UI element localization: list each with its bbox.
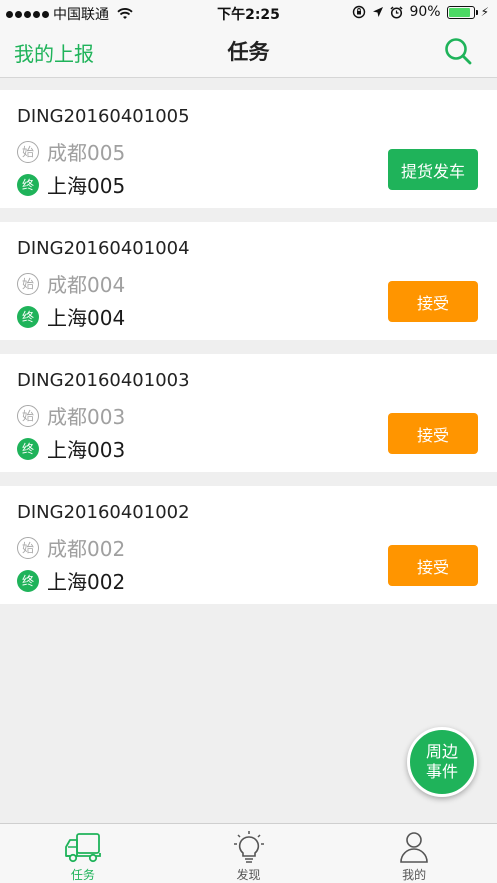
status-right: 90% ⚡ xyxy=(352,4,489,20)
end-city: 上海005 xyxy=(47,174,126,198)
person-icon xyxy=(400,832,428,863)
search-icon[interactable] xyxy=(443,36,473,66)
task-id: DING20160401003 xyxy=(17,370,190,391)
nav-bar: 我的上报 任务 xyxy=(0,26,497,78)
nearby-events-button[interactable]: 周边 事件 xyxy=(407,727,477,797)
route-start: 始 成都002 xyxy=(17,533,125,562)
tab-bar: 任务 发现 我的 xyxy=(0,823,497,883)
start-city: 成都002 xyxy=(47,537,126,561)
task-id: DING20160401004 xyxy=(17,238,190,259)
route-end: 终 上海004 xyxy=(17,302,125,331)
task-card[interactable]: DING20160401002 始 成都002 终 上海002 接受 xyxy=(0,486,497,604)
lightbulb-icon xyxy=(233,831,264,863)
end-badge-icon: 终 xyxy=(17,305,39,328)
tab-discover[interactable]: 发现 xyxy=(166,824,332,883)
task-card[interactable]: DING20160401005 始 成都005 终 上海005 提货发车 xyxy=(0,90,497,208)
status-bar: 中国联通 下午2:25 90% ⚡ xyxy=(0,0,497,26)
start-badge-icon: 始 xyxy=(17,536,39,559)
route-start: 始 成都003 xyxy=(17,401,125,430)
task-card[interactable]: DING20160401004 始 成都004 终 上海004 接受 xyxy=(0,222,497,340)
route-start: 始 成都004 xyxy=(17,269,125,298)
end-city: 上海004 xyxy=(47,306,126,330)
task-list: DING20160401005 始 成都005 终 上海005 提货发车 DIN… xyxy=(0,90,497,618)
task-card[interactable]: DING20160401003 始 成都003 终 上海003 接受 xyxy=(0,354,497,472)
route-end: 终 上海002 xyxy=(17,566,125,595)
tab-label: 任务 xyxy=(70,868,95,882)
accept-button[interactable]: 接受 xyxy=(388,545,478,586)
fab-label-line2: 事件 xyxy=(425,762,458,781)
start-badge-icon: 始 xyxy=(17,272,39,295)
task-id: DING20160401002 xyxy=(17,502,190,523)
battery-percent: 90% xyxy=(409,4,441,20)
end-city: 上海003 xyxy=(47,438,126,462)
battery-fill xyxy=(448,7,471,17)
start-badge-icon: 始 xyxy=(17,140,39,163)
orientation-lock-icon xyxy=(353,5,366,19)
start-city: 成都003 xyxy=(47,405,126,429)
fab-label-line1: 周边 xyxy=(425,742,458,761)
charging-icon: ⚡ xyxy=(480,5,489,19)
start-city: 成都005 xyxy=(47,141,126,165)
end-badge-icon: 终 xyxy=(17,437,39,460)
truck-icon xyxy=(64,833,101,863)
route-end: 终 上海003 xyxy=(17,434,125,463)
tab-label: 发现 xyxy=(236,868,261,882)
tab-mine[interactable]: 我的 xyxy=(331,824,497,883)
accept-button[interactable]: 接受 xyxy=(388,413,478,454)
tab-label: 我的 xyxy=(402,868,427,882)
route-end: 终 上海005 xyxy=(17,170,125,199)
end-badge-icon: 终 xyxy=(17,173,39,196)
task-id: DING20160401005 xyxy=(17,106,190,127)
location-arrow-icon xyxy=(373,7,384,17)
accept-button[interactable]: 接受 xyxy=(388,281,478,322)
end-city: 上海002 xyxy=(47,570,126,594)
battery-icon xyxy=(446,5,478,19)
tab-tasks[interactable]: 任务 xyxy=(0,824,166,883)
page-title: 任务 xyxy=(227,40,270,64)
start-badge-icon: 始 xyxy=(17,404,39,427)
route-start: 始 成都005 xyxy=(17,137,125,166)
start-city: 成都004 xyxy=(47,273,126,297)
end-badge-icon: 终 xyxy=(17,569,39,592)
alarm-icon xyxy=(390,5,403,19)
pickup-depart-button[interactable]: 提货发车 xyxy=(388,149,478,190)
